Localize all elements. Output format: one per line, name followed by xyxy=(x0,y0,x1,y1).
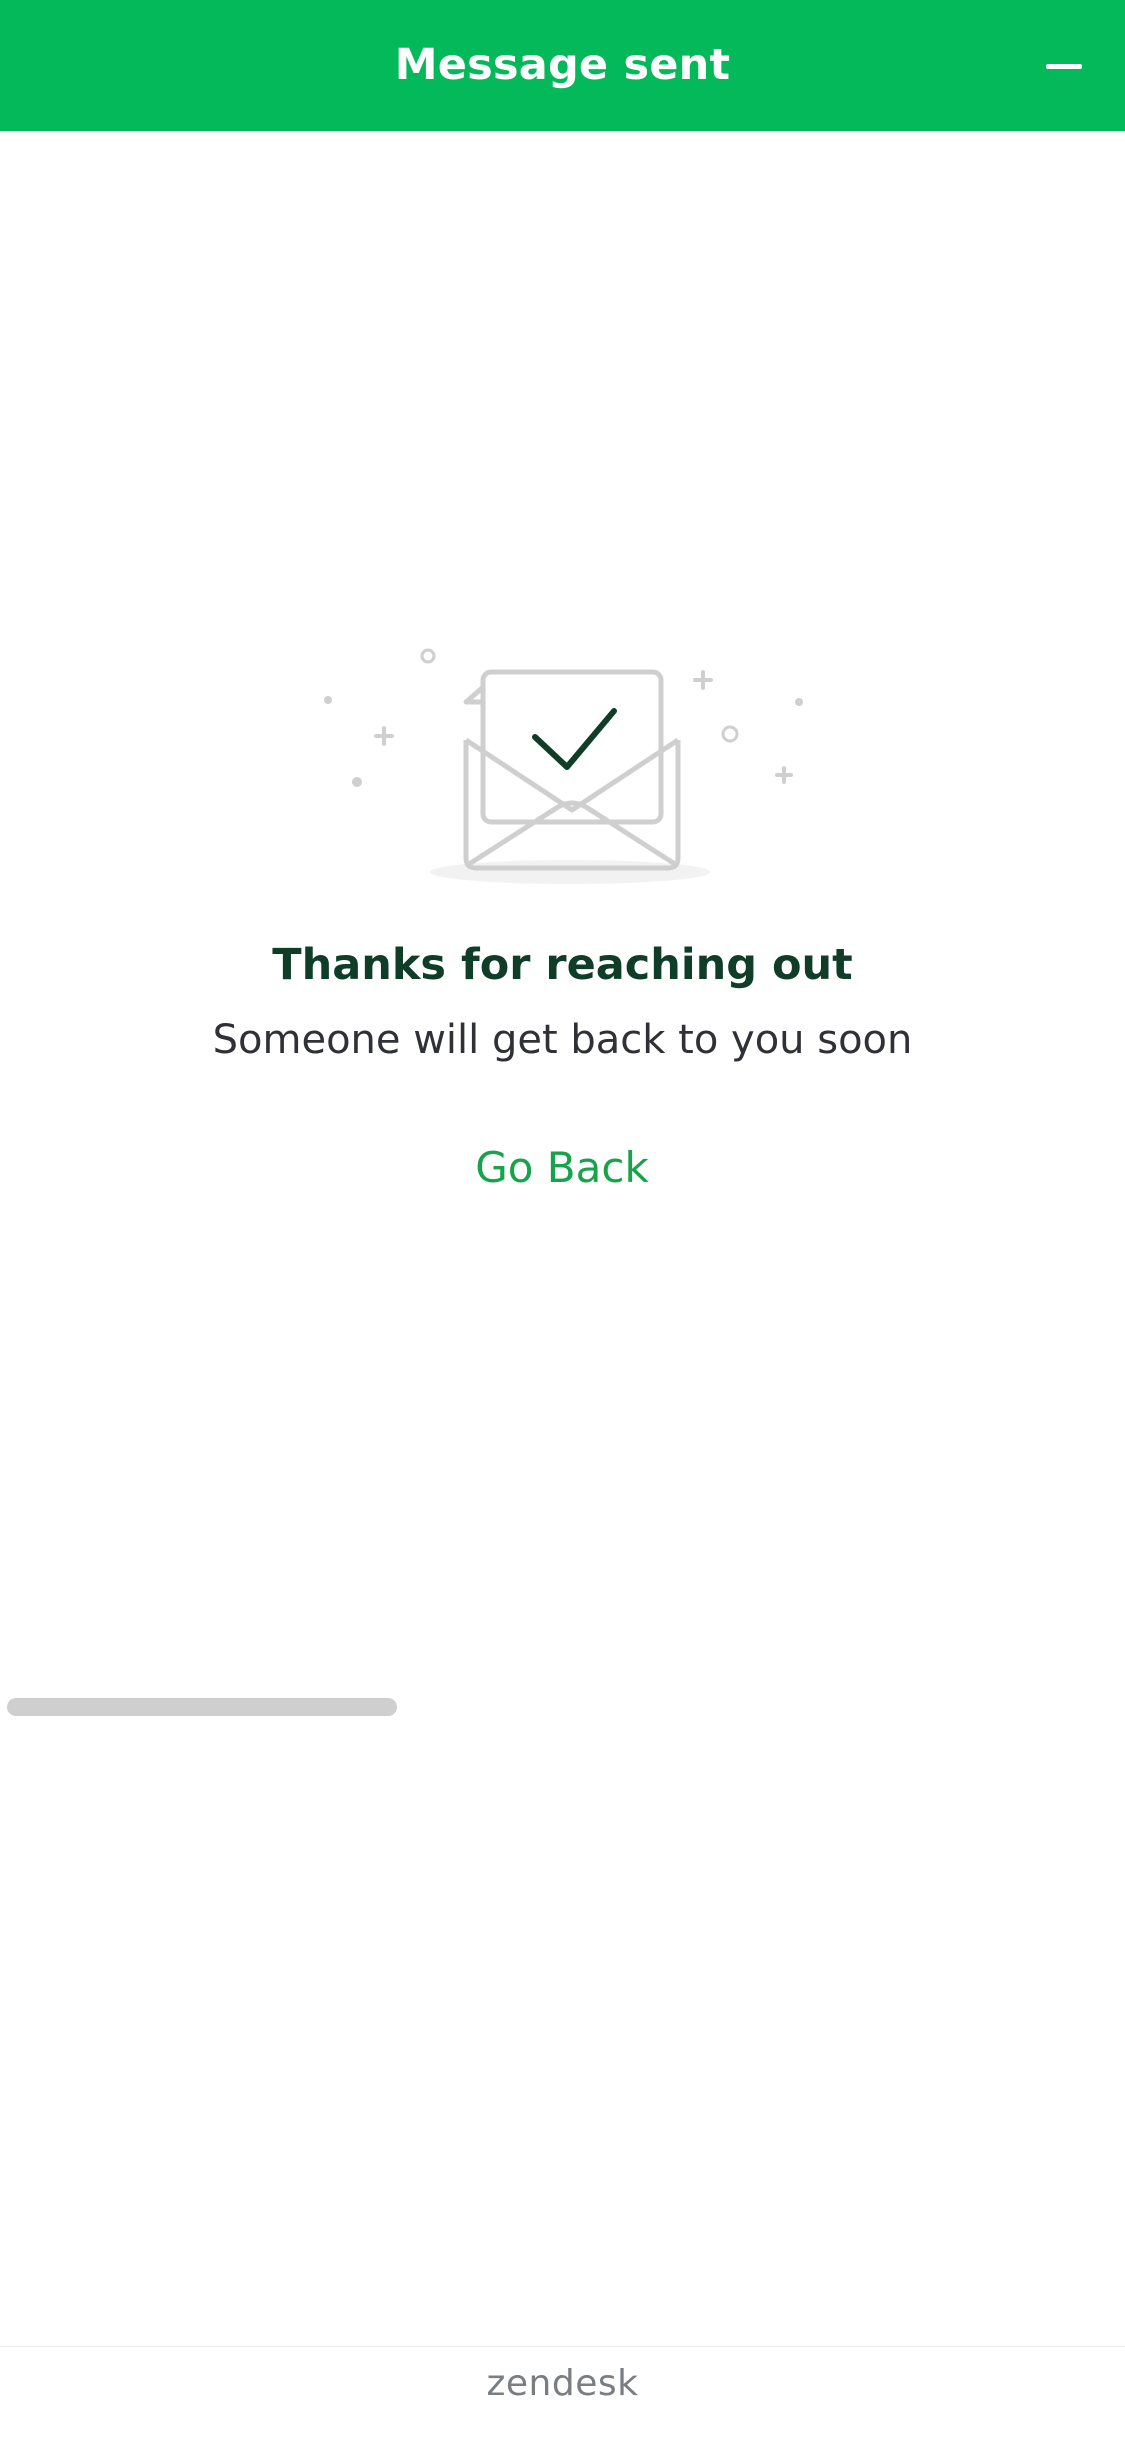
minimize-button[interactable] xyxy=(1015,30,1115,100)
envelope-check-icon xyxy=(324,648,803,884)
header: Message sent xyxy=(0,0,1125,131)
page-title: Message sent xyxy=(394,40,731,90)
sparkle-dot xyxy=(324,696,332,704)
footer: zendesk xyxy=(0,2346,1125,2437)
confirmation-subtitle: Someone will get back to you soon xyxy=(212,1017,913,1063)
minus-icon xyxy=(1046,64,1082,69)
confirmation-title: Thanks for reaching out xyxy=(272,940,853,990)
zendesk-logo[interactable]: zendesk xyxy=(0,2363,1125,2404)
sparkle-circle xyxy=(420,648,436,664)
letter xyxy=(480,669,664,825)
sparkle-dot xyxy=(795,698,803,706)
sparkle-dot xyxy=(352,777,362,787)
sparkle-plus xyxy=(374,726,394,746)
go-back-button[interactable]: Go Back xyxy=(412,1136,712,1200)
horizontal-scrollbar[interactable] xyxy=(7,1698,397,1716)
sparkle-plus xyxy=(693,670,713,690)
sparkle-plus xyxy=(775,766,793,784)
sparkle-circle xyxy=(721,725,739,743)
